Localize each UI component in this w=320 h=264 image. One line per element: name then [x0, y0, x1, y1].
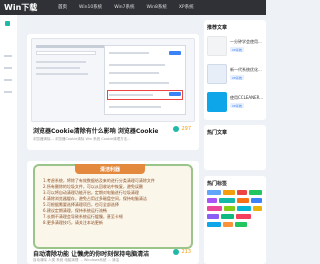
article-card[interactable]: 清洁利器 1.考虑系统，将除了有效数据给及来的进行分类清理可清除文件 2.所有删… — [27, 161, 199, 264]
top-header: Win下载 首页 Win10系统 Win7系统 Win8系统 XP系统 — [0, 0, 266, 15]
article-meta: 浏览器清除... 浏览器Cookie清除 Win 系统 Cookie清理方法..… — [33, 137, 131, 141]
recommend-item[interactable]: 新一代系统优化... XP系统 — [207, 64, 265, 86]
tag-chip[interactable] — [253, 206, 262, 211]
tag-chip[interactable] — [207, 214, 219, 219]
article-title[interactable]: 自动清除功能 让懒虎的你时刻保持电脑清洁 — [33, 249, 158, 258]
recommend-thumbnail[interactable] — [207, 92, 227, 112]
sidebar-item-2[interactable] — [4, 67, 12, 69]
recommend-item-tag[interactable]: XP系统 — [230, 47, 244, 52]
tag-chip[interactable] — [207, 190, 221, 195]
mock-row — [109, 52, 149, 54]
hot-count-value: 213 — [181, 249, 191, 255]
sidebar-item-3[interactable] — [4, 79, 12, 81]
recommend-item-tag[interactable]: XP系统 — [230, 103, 244, 108]
mock-settings-panel — [104, 45, 186, 115]
hot-articles-title: 热门文章 — [207, 130, 228, 136]
tag-chip[interactable] — [207, 198, 217, 203]
hot-count: 297 — [173, 126, 191, 132]
mock-row — [109, 64, 165, 66]
tag-chip[interactable] — [221, 214, 234, 219]
tag-chip[interactable] — [223, 190, 235, 195]
thumbnail-text: 1.考虑系统，将除了有效数据给及来的进行分类清理可清除文件 2.所有删除的垃圾文… — [43, 178, 185, 226]
nav-xp[interactable]: XP系统 — [179, 4, 194, 10]
recommend-title: 推荐文章 — [207, 25, 228, 31]
nav-win8[interactable]: Win8系统 — [147, 4, 167, 10]
article-list: 浏览器Cookie清除有什么影响 浏览器Cookie怎么清除 浏览器清除... … — [27, 15, 199, 264]
tag-chip[interactable] — [251, 198, 262, 203]
mock-row — [109, 82, 169, 84]
sidebar-item-4[interactable] — [4, 91, 12, 93]
text-line: 8.更多清理技巧，请关注本站更新 — [43, 220, 103, 225]
tag-chip[interactable] — [224, 206, 235, 211]
right-sidebar: 推荐文章 一分钟学会使用... XP系统 新一代系统优化... XP系统 使用C… — [204, 15, 266, 264]
recommend-panel: 推荐文章 一分钟学会使用... XP系统 新一代系统优化... XP系统 使用C… — [204, 20, 266, 120]
tag-chip[interactable] — [237, 190, 247, 195]
recommend-item[interactable]: 一分钟学会使用... XP系统 — [207, 36, 265, 58]
hot-articles-panel: 热门文章 — [204, 125, 266, 170]
recommend-item-title[interactable]: 一分钟学会使用... — [230, 39, 265, 45]
article-meta: 自动清除 人类 系统 电脑清理 ... Windows系统 ... 清洁 — [33, 258, 120, 262]
mock-button — [169, 51, 181, 55]
tag-chip[interactable] — [219, 198, 235, 203]
nav-home[interactable]: 首页 — [58, 4, 67, 10]
article-thumbnail[interactable]: 清洁利器 1.考虑系统，将除了有效数据给及来的进行分类清理可清除文件 2.所有删… — [33, 164, 193, 249]
nav-win10[interactable]: Win10系统 — [79, 4, 102, 10]
hot-tags-panel: 热门标签 — [204, 176, 266, 264]
mock-search-box — [36, 51, 96, 55]
hot-count: 213 — [173, 249, 191, 255]
tag-chip[interactable] — [207, 222, 221, 227]
mock-row — [109, 94, 153, 96]
flame-icon — [173, 126, 180, 132]
banner-text: 清洁利器 — [99, 167, 120, 173]
left-sidebar — [0, 15, 17, 264]
recommend-item-tag[interactable]: XP系统 — [230, 75, 244, 80]
article-title[interactable]: 浏览器Cookie清除有什么影响 浏览器Cookie怎么清除 — [33, 126, 158, 135]
sidebar-item-1[interactable] — [4, 55, 12, 57]
article-card[interactable]: 浏览器Cookie清除有什么影响 浏览器Cookie怎么清除 浏览器清除... … — [27, 34, 199, 150]
recommend-thumbnail[interactable] — [207, 64, 227, 84]
recommend-item[interactable]: 使用CCLEANER... XP系统 — [207, 92, 265, 114]
hot-tags-title: 热门标签 — [207, 181, 228, 187]
mock-row — [36, 61, 86, 63]
mock-title-bar — [36, 45, 106, 48]
mock-row — [36, 73, 88, 75]
tag-chip[interactable] — [236, 214, 251, 219]
recommend-thumbnail[interactable] — [207, 36, 227, 56]
site-logo[interactable]: Win下载 — [4, 2, 37, 13]
tag-chip[interactable] — [207, 206, 222, 211]
recommend-item-title[interactable]: 使用CCLEANER... — [230, 95, 265, 101]
flame-icon — [173, 249, 180, 255]
mock-button — [169, 92, 181, 96]
tag-chip[interactable] — [249, 190, 262, 195]
hot-count-value: 297 — [181, 126, 191, 132]
nav-win7[interactable]: Win7系统 — [114, 4, 134, 10]
mock-row — [109, 72, 159, 74]
tag-chip[interactable] — [235, 222, 247, 227]
mock-row — [36, 67, 80, 69]
mock-row — [109, 106, 161, 108]
article-thumbnail[interactable] — [31, 38, 195, 122]
home-icon[interactable] — [5, 21, 10, 26]
thumbnail-banner: 清洁利器 — [75, 164, 145, 174]
tag-chip[interactable] — [223, 222, 233, 227]
tag-chip[interactable] — [237, 198, 249, 203]
tag-chip[interactable] — [237, 206, 251, 211]
main-nav: 首页 Win10系统 Win7系统 Win8系统 XP系统 — [58, 4, 206, 10]
recommend-item-title[interactable]: 新一代系统优化... — [230, 67, 265, 73]
